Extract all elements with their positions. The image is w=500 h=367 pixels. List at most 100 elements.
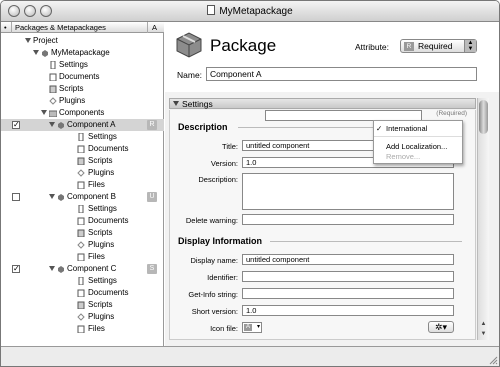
outline-row-files[interactable]: Files [1, 323, 164, 335]
outline-row-files[interactable]: Files [1, 179, 164, 191]
documents-icon [77, 289, 85, 297]
inspector-title: Package [210, 36, 277, 55]
window-title-text: MyMetapackage [219, 6, 293, 17]
vertical-scrollbar[interactable]: ▲ ▼ [477, 98, 489, 340]
disclosure-triangle-icon[interactable] [49, 122, 55, 127]
outline-row-project[interactable]: Project [1, 35, 164, 47]
getinfo-field[interactable] [242, 288, 454, 299]
outline-row-scripts[interactable]: Scripts [1, 83, 164, 95]
files-icon [77, 181, 85, 189]
version-label: Version: [210, 159, 238, 168]
scripts-icon [49, 85, 57, 93]
package-outline: • Packages & Metapackages A Project MyMe… [1, 22, 164, 346]
attribute-badge: R [147, 120, 157, 130]
outline-row-scripts[interactable]: Scripts [1, 155, 164, 167]
icon-file-icon: A [244, 324, 252, 331]
required-note: (Required) [436, 110, 467, 117]
outline-row-documents[interactable]: Documents [1, 71, 164, 83]
window-title: MyMetapackage [1, 5, 499, 17]
settings-pane-header[interactable]: Settings [169, 98, 476, 109]
disclosure-triangle-icon[interactable] [41, 110, 47, 115]
short-version-field[interactable]: 1.0 [242, 305, 454, 316]
outline-row-metapackage[interactable]: MyMetapackage [1, 47, 164, 59]
disclosure-triangle-icon[interactable] [25, 38, 31, 43]
attribute-popup[interactable]: R Required ▲ ▼ [400, 39, 477, 53]
row-label: Settings [88, 204, 117, 213]
menu-item-remove: Remove... [386, 152, 421, 161]
outline-row-settings[interactable]: Settings [1, 131, 164, 143]
settings-icon [78, 277, 84, 285]
outline-row-settings[interactable]: Settings [1, 275, 164, 287]
name-field[interactable]: Component A [206, 67, 477, 81]
chevron-down-icon: ▾ [256, 324, 260, 330]
bottom-bar [1, 346, 499, 366]
gear-menu-button[interactable]: ✲▾ [428, 321, 454, 333]
column-packages[interactable]: Packages & Metapackages [15, 23, 106, 32]
row-label: Plugins [88, 312, 115, 321]
outline-row-documents[interactable]: Documents [1, 215, 164, 227]
outline-row-files[interactable]: Files [1, 251, 164, 263]
row-label: Files [88, 324, 105, 333]
outline-row-scripts[interactable]: Scripts [1, 299, 164, 311]
outline-row-component-b[interactable]: Component B U [1, 191, 164, 203]
documents-icon [49, 73, 57, 81]
menu-item-add-localization[interactable]: Add Localization... [386, 142, 447, 151]
getinfo-label: Get-Info string: [188, 290, 238, 299]
inspector-pane: Package Attribute: R Required ▲ ▼ Name: C… [165, 22, 499, 346]
component-a-checkbox[interactable]: ✓ [12, 121, 20, 129]
title-bar: MyMetapackage [1, 1, 499, 22]
resize-grip-icon[interactable] [488, 355, 498, 365]
row-label: Plugins [59, 96, 86, 105]
inspector-header: Package Attribute: R Required ▲ ▼ Name: C… [165, 22, 499, 92]
main-window: MyMetapackage • Packages & Metapackages … [0, 0, 500, 367]
outline-row-components[interactable]: Components [1, 107, 164, 119]
outline-row-plugins[interactable]: Plugins [1, 95, 164, 107]
outline-row-settings[interactable]: Settings [1, 59, 164, 71]
popup-arrows-icon: ▲ ▼ [464, 40, 476, 52]
description-label: Description: [198, 175, 238, 184]
plugins-icon [49, 97, 57, 105]
scripts-icon [77, 229, 85, 237]
attribute-label: Attribute: [355, 42, 390, 52]
display-name-field[interactable]: untitled component [242, 254, 454, 265]
document-icon [207, 5, 216, 15]
disclosure-triangle-icon[interactable] [49, 194, 55, 199]
row-label: Plugins [88, 168, 115, 177]
row-label: Project [33, 36, 58, 45]
identifier-field[interactable] [242, 271, 454, 282]
outline-header: • Packages & Metapackages A [1, 22, 164, 33]
attribute-badge: U [147, 192, 157, 202]
metapackage-icon [42, 50, 48, 57]
checkmark-icon: ✓ [376, 124, 383, 133]
row-label: Component C [67, 264, 117, 273]
files-icon [77, 325, 85, 333]
package-icon [58, 122, 64, 129]
column-bullet[interactable]: • [4, 23, 7, 32]
outline-row-plugins[interactable]: Plugins [1, 167, 164, 179]
outline-row-component-a[interactable]: ✓ Component A R [1, 119, 164, 131]
outline-row-settings[interactable]: Settings [1, 203, 164, 215]
component-b-checkbox[interactable] [12, 193, 20, 201]
scroll-thumb[interactable] [479, 100, 488, 134]
outline-row-documents[interactable]: Documents [1, 287, 164, 299]
row-label: MyMetapackage [51, 48, 110, 57]
disclosure-triangle-icon[interactable] [49, 266, 55, 271]
description-field[interactable] [242, 173, 454, 210]
disclosure-triangle-icon[interactable] [173, 101, 179, 106]
description-heading: Description [178, 122, 228, 132]
outline-row-plugins[interactable]: Plugins [1, 239, 164, 251]
display-name-label: Display name: [190, 256, 238, 265]
identifier-label: Identifier: [207, 273, 238, 282]
disclosure-triangle-icon[interactable] [33, 50, 39, 55]
delete-warning-field[interactable] [242, 214, 454, 225]
component-c-checkbox[interactable]: ✓ [12, 265, 20, 273]
outline-row-plugins[interactable]: Plugins [1, 311, 164, 323]
menu-item-international[interactable]: International [386, 124, 427, 133]
icon-well[interactable]: A ▾ [242, 322, 262, 333]
scroll-up-arrow-icon[interactable]: ▲ [479, 320, 488, 329]
outline-row-component-c[interactable]: ✓ Component C S [1, 263, 164, 275]
outline-row-scripts[interactable]: Scripts [1, 227, 164, 239]
scroll-down-arrow-icon[interactable]: ▼ [479, 330, 488, 339]
outline-row-documents[interactable]: Documents [1, 143, 164, 155]
column-attribute[interactable]: A [152, 23, 157, 32]
